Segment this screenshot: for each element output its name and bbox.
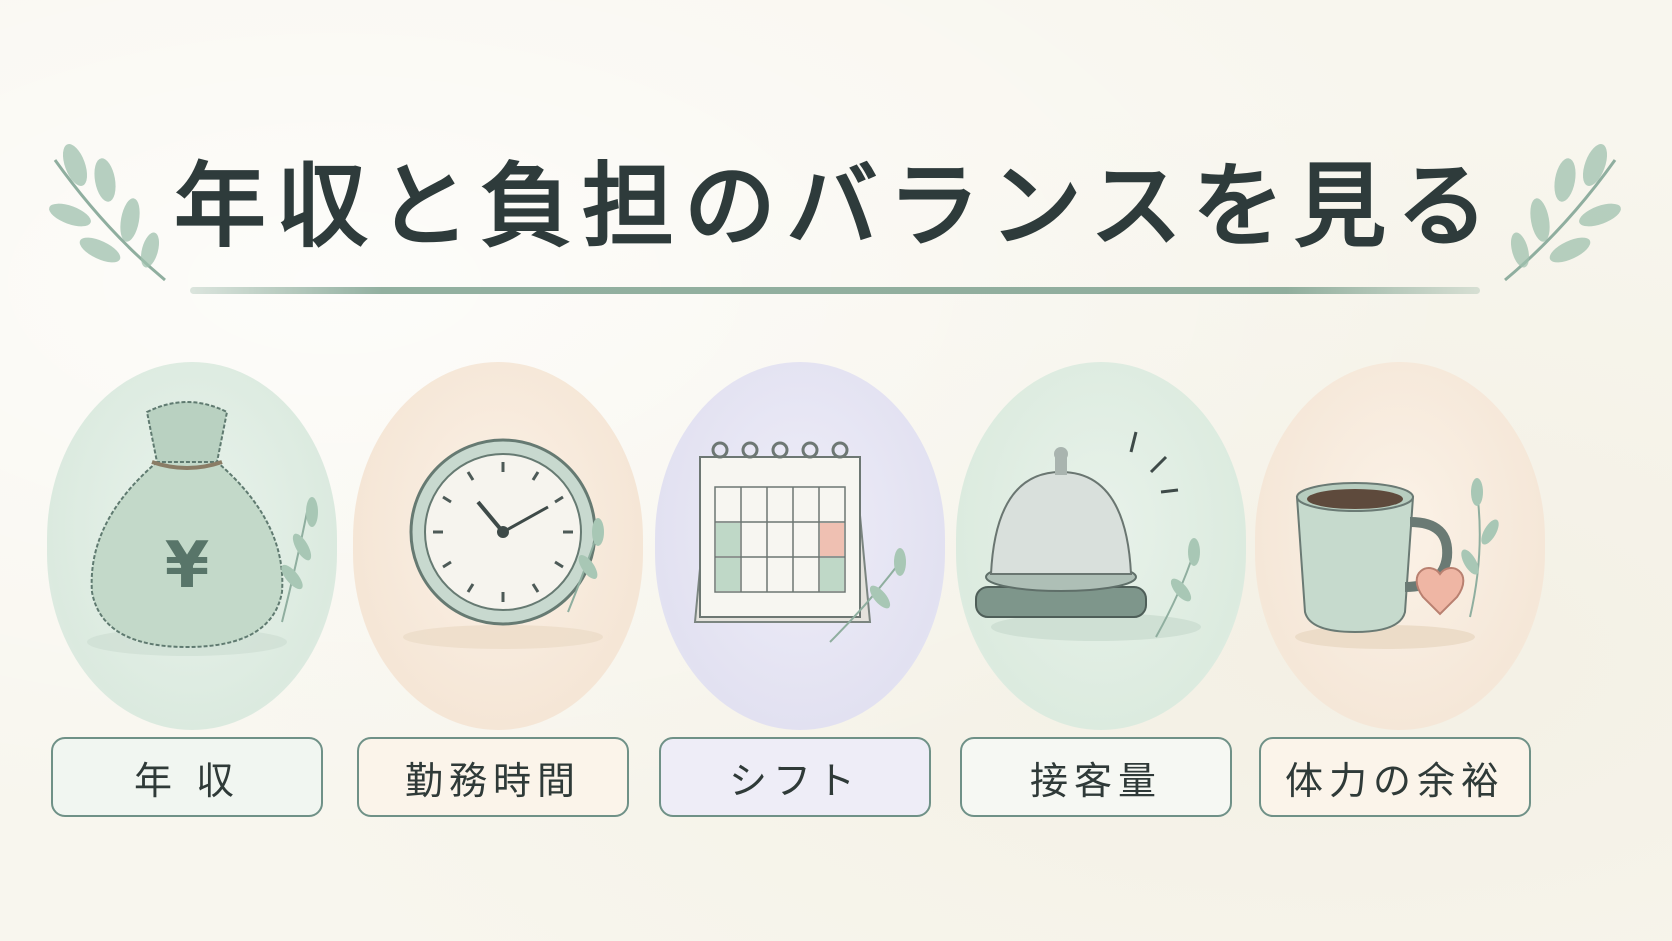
card-backdrop (655, 362, 945, 730)
service-bell-icon (975, 431, 1201, 641)
card-annual-income: ¥ 年 収 (47, 362, 337, 817)
money-bag-icon: ¥ (87, 401, 318, 656)
card-stamina: 体力の余裕 (1255, 362, 1545, 817)
calendar-icon (693, 441, 906, 643)
label-shift: シフト (659, 737, 931, 817)
label-customer-service: 接客量 (960, 737, 1232, 817)
card-working-hours: 勤務時間 (353, 362, 643, 817)
card-shift: シフト (655, 362, 945, 817)
card-backdrop: ¥ (47, 362, 337, 730)
card-backdrop (956, 362, 1246, 730)
page-title: 年収と負担のバランスを見る (173, 152, 1499, 260)
label-stamina: 体力の余裕 (1259, 737, 1531, 817)
card-customer-service: 接客量 (956, 362, 1246, 817)
card-backdrop (1255, 362, 1545, 730)
yen-symbol: ¥ (165, 529, 210, 603)
coffee-mug-icon (1295, 478, 1499, 649)
label-working-hours: 勤務時間 (357, 737, 629, 817)
card-backdrop (353, 362, 643, 730)
title-underline (190, 287, 1480, 294)
label-annual-income: 年 収 (51, 737, 323, 817)
clock-icon (403, 438, 604, 649)
